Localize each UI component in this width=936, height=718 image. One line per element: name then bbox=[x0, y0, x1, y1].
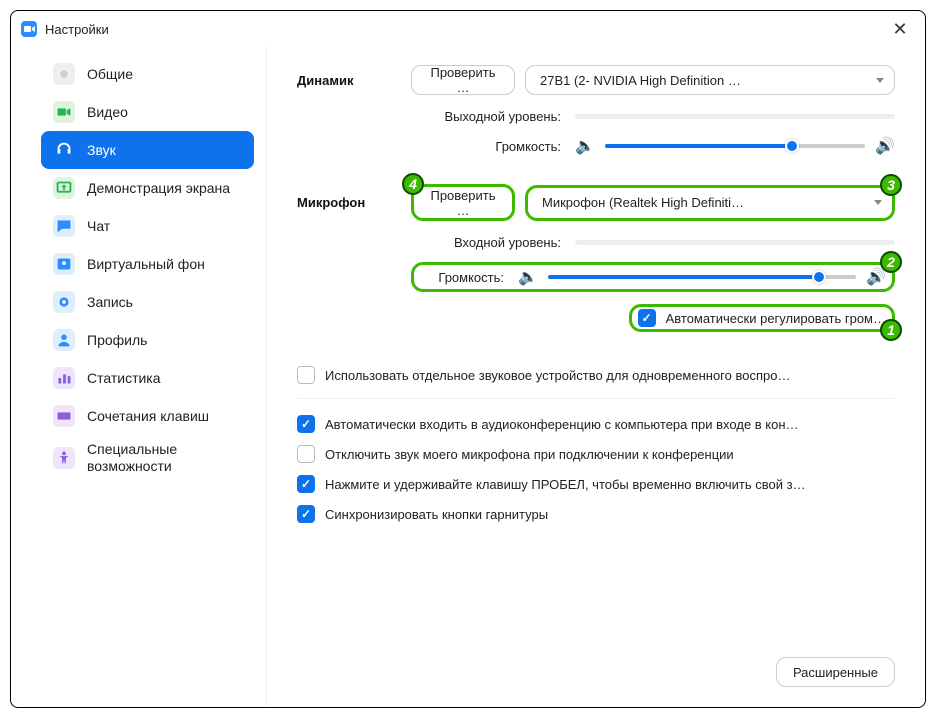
sidebar-item-virtual-bg[interactable]: Виртуальный фон bbox=[41, 245, 254, 283]
sidebar-item-video[interactable]: Видео bbox=[41, 93, 254, 131]
sidebar-item-recording[interactable]: Запись bbox=[41, 283, 254, 321]
audio-options: Использовать отдельное звуковое устройст… bbox=[297, 360, 895, 529]
separate-device-checkbox[interactable] bbox=[297, 366, 315, 384]
profile-icon bbox=[53, 329, 75, 351]
divider bbox=[297, 398, 895, 399]
chat-icon bbox=[53, 215, 75, 237]
headphones-icon bbox=[53, 139, 75, 161]
sync-headset-label: Синхронизировать кнопки гарнитуры bbox=[325, 507, 548, 522]
volume-low-icon: 🔈 bbox=[575, 136, 595, 156]
speaker-section: Динамик Проверить … 27B1 (2- NVIDIA High… bbox=[297, 65, 895, 156]
sidebar-item-accessibility[interactable]: Специальные возможности bbox=[41, 435, 254, 481]
microphone-section: Микрофон Проверить … 4 Микрофон (Realtek… bbox=[297, 184, 895, 332]
gear-icon bbox=[53, 63, 75, 85]
accessibility-icon bbox=[53, 447, 75, 469]
advanced-button[interactable]: Расширенные bbox=[776, 657, 895, 687]
virtualbg-icon bbox=[53, 253, 75, 275]
volume-low-icon: 🔈 bbox=[518, 267, 538, 287]
titlebar: Настройки ✕ bbox=[11, 11, 925, 47]
sidebar-item-label: Статистика bbox=[87, 370, 161, 386]
sidebar: Общие Видео Звук Демонстрация экрана Чат… bbox=[11, 47, 267, 707]
test-speaker-button[interactable]: Проверить … bbox=[411, 65, 515, 95]
input-level-meter bbox=[575, 240, 895, 245]
sidebar-item-chat[interactable]: Чат bbox=[41, 207, 254, 245]
push-space-checkbox[interactable] bbox=[297, 475, 315, 493]
annotation-4: 4 bbox=[402, 173, 424, 195]
volume-high-icon: 🔊 bbox=[875, 136, 895, 156]
mic-label: Микрофон bbox=[297, 195, 411, 210]
stats-icon bbox=[53, 367, 75, 389]
sidebar-item-label: Видео bbox=[87, 104, 128, 120]
separate-device-label: Использовать отдельное звуковое устройст… bbox=[325, 368, 790, 383]
speaker-label: Динамик bbox=[297, 73, 411, 88]
sidebar-item-label: Виртуальный фон bbox=[87, 256, 205, 272]
speaker-volume-slider[interactable] bbox=[605, 144, 865, 148]
auto-join-label: Автоматически входить в аудиоконференцию… bbox=[325, 417, 799, 432]
annotation-1: 1 bbox=[880, 319, 902, 341]
sidebar-item-audio[interactable]: Звук bbox=[41, 131, 254, 169]
keyboard-icon bbox=[53, 405, 75, 427]
sidebar-item-statistics[interactable]: Статистика bbox=[41, 359, 254, 397]
output-level-label: Выходной уровень: bbox=[411, 109, 561, 124]
camera-icon bbox=[53, 101, 75, 123]
sidebar-item-general[interactable]: Общие bbox=[41, 55, 254, 93]
sidebar-item-profile[interactable]: Профиль bbox=[41, 321, 254, 359]
sidebar-item-label: Звук bbox=[87, 142, 116, 158]
sidebar-item-screenshare[interactable]: Демонстрация экрана bbox=[41, 169, 254, 207]
speaker-volume-label: Громкость: bbox=[411, 139, 561, 154]
auto-adjust-label: Автоматически регулировать гром… bbox=[666, 311, 886, 326]
close-icon: ✕ bbox=[892, 19, 907, 40]
input-level-label: Входной уровень: bbox=[411, 235, 561, 250]
sync-headset-checkbox[interactable] bbox=[297, 505, 315, 523]
slider-thumb[interactable] bbox=[785, 139, 799, 153]
auto-adjust-checkbox[interactable] bbox=[638, 309, 656, 327]
sidebar-item-label: Профиль bbox=[87, 332, 147, 348]
test-mic-button[interactable]: Проверить … bbox=[414, 188, 512, 218]
push-space-label: Нажмите и удерживайте клавишу ПРОБЕЛ, чт… bbox=[325, 477, 806, 492]
app-icon bbox=[21, 21, 37, 37]
sidebar-item-shortcuts[interactable]: Сочетания клавиш bbox=[41, 397, 254, 435]
close-button[interactable]: ✕ bbox=[885, 14, 915, 44]
sidebar-item-label: Чат bbox=[87, 218, 110, 234]
mic-device-select[interactable]: Микрофон (Realtek High Definiti… bbox=[528, 188, 892, 218]
slider-thumb[interactable] bbox=[812, 270, 826, 284]
mute-mic-checkbox[interactable] bbox=[297, 445, 315, 463]
annotation-3: 3 bbox=[880, 174, 902, 196]
screen-icon bbox=[53, 177, 75, 199]
record-icon bbox=[53, 291, 75, 313]
mute-mic-label: Отключить звук моего микрофона при подкл… bbox=[325, 447, 734, 462]
audio-settings-panel: Динамик Проверить … 27B1 (2- NVIDIA High… bbox=[267, 47, 925, 707]
sidebar-item-label: Сочетания клавиш bbox=[87, 408, 209, 424]
mic-volume-label: Громкость: bbox=[420, 270, 504, 285]
sidebar-item-label: Специальные возможности bbox=[87, 441, 242, 475]
speaker-device-select[interactable]: 27B1 (2- NVIDIA High Definition … bbox=[525, 65, 895, 95]
sidebar-item-label: Общие bbox=[87, 66, 133, 82]
sidebar-item-label: Запись bbox=[87, 294, 133, 310]
annotation-2: 2 bbox=[880, 251, 902, 273]
output-level-meter bbox=[575, 114, 895, 119]
mic-volume-slider[interactable] bbox=[548, 275, 856, 279]
window-title: Настройки bbox=[45, 22, 885, 37]
auto-join-checkbox[interactable] bbox=[297, 415, 315, 433]
sidebar-item-label: Демонстрация экрана bbox=[87, 180, 230, 196]
